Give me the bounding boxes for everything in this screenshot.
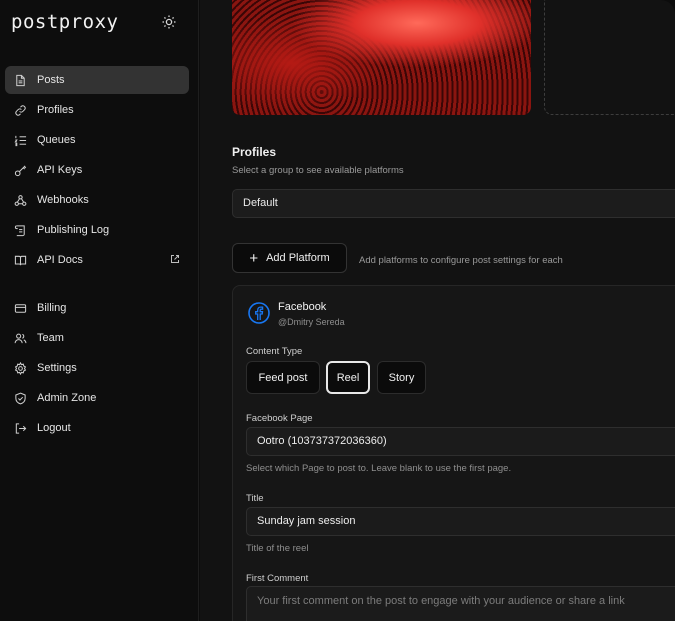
sidebar-item-settings[interactable]: Settings	[5, 354, 189, 382]
sidebar-item-admin-zone[interactable]: Admin Zone	[5, 384, 189, 412]
facebook-page-label: Facebook Page	[246, 413, 313, 424]
sidebar-item-label: Posts	[37, 74, 65, 86]
content-type-reel[interactable]: Reel	[326, 361, 370, 394]
sidebar-item-label: Logout	[37, 422, 71, 434]
sidebar-item-label: Admin Zone	[37, 392, 97, 404]
profile-group-select[interactable]: Default	[232, 189, 675, 218]
sidebar-item-queues[interactable]: Queues	[5, 126, 189, 154]
add-platform-button[interactable]: + Add Platform	[232, 243, 347, 273]
shield-icon	[14, 392, 27, 405]
add-platform-hint: Add platforms to configure post settings…	[359, 255, 563, 266]
logout-icon	[14, 422, 27, 435]
credit-card-icon	[14, 302, 27, 315]
first-comment-label: First Comment	[246, 573, 309, 584]
sidebar-item-label: Webhooks	[37, 194, 89, 206]
facebook-page-field[interactable]: Ootro (103737372036360)	[246, 427, 675, 456]
facebook-platform-card: Facebook @Dmitry Sereda Content Type Fee…	[232, 285, 675, 621]
sidebar-item-webhooks[interactable]: Webhooks	[5, 186, 189, 214]
content-type-story[interactable]: Story	[377, 361, 426, 394]
first-comment-textarea[interactable]: Your first comment on the post to engage…	[246, 586, 675, 621]
gear-icon	[14, 361, 27, 375]
title-label: Title	[246, 493, 264, 504]
main-content: Profiles Select a group to see available…	[200, 0, 675, 621]
facebook-page-help: Select which Page to post to. Leave blan…	[246, 463, 512, 474]
sidebar-item-label: Publishing Log	[37, 224, 110, 236]
theme-toggle-icon[interactable]	[161, 14, 177, 30]
profiles-subtitle: Select a group to see available platform…	[232, 165, 404, 176]
profiles-heading: Profiles	[232, 145, 277, 159]
key-icon	[14, 164, 27, 177]
sidebar-item-profiles[interactable]: Profiles	[5, 96, 189, 124]
link-icon	[14, 104, 27, 117]
plus-icon: +	[249, 249, 259, 267]
sidebar-item-label: API Docs	[37, 254, 83, 266]
sidebar-item-publishing-log[interactable]: Publishing Log	[5, 216, 189, 244]
sidebar-item-label: Profiles	[37, 104, 74, 116]
media-upload-dropzone[interactable]	[544, 0, 675, 115]
content-type-feed-post[interactable]: Feed post	[246, 361, 320, 394]
sidebar-item-team[interactable]: Team	[5, 324, 189, 352]
users-icon	[14, 332, 27, 345]
sidebar-item-label: Settings	[37, 362, 77, 374]
sidebar-item-billing[interactable]: Billing	[5, 294, 189, 322]
sidebar-item-logout[interactable]: Logout	[5, 414, 189, 442]
facebook-icon	[248, 302, 270, 324]
scroll-icon	[14, 224, 27, 237]
platform-account: @Dmitry Sereda	[278, 317, 345, 327]
sidebar-item-api-keys[interactable]: API Keys	[5, 156, 189, 184]
content-type-label: Content Type	[246, 346, 303, 357]
title-help: Title of the reel	[246, 543, 309, 554]
sidebar-item-label: Queues	[37, 134, 76, 146]
media-thumbnail[interactable]	[232, 0, 531, 115]
sidebar-item-label: API Keys	[37, 164, 83, 176]
app-logo[interactable]: postproxy	[11, 11, 118, 33]
book-icon	[14, 254, 27, 267]
add-platform-label: Add Platform	[266, 252, 330, 264]
document-icon	[14, 74, 27, 87]
external-link-icon	[170, 254, 180, 264]
sidebar-item-label: Billing	[37, 302, 67, 314]
list-ordered-icon	[14, 134, 27, 147]
sidebar-item-label: Team	[37, 332, 64, 344]
sidebar-item-posts[interactable]: Posts	[5, 66, 189, 94]
sidebar: postproxy Posts Profiles Queues API Keys…	[0, 0, 199, 621]
title-field[interactable]: Sunday jam session	[246, 507, 675, 536]
platform-name: Facebook	[278, 301, 327, 313]
sidebar-item-api-docs[interactable]: API Docs	[5, 246, 189, 274]
webhook-icon	[14, 194, 27, 207]
